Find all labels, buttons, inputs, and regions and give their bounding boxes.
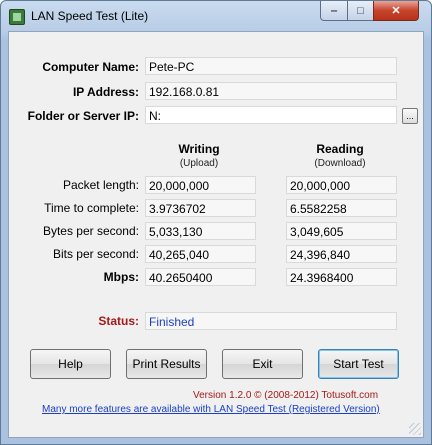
maximize-button[interactable]: □	[347, 1, 374, 21]
help-button[interactable]: Help	[30, 349, 111, 379]
writing-header: Writing	[178, 142, 220, 156]
print-results-button[interactable]: Print Results	[126, 349, 207, 379]
reading-header: Reading	[316, 142, 364, 156]
status-label: Status:	[98, 314, 139, 328]
resize-grip[interactable]	[409, 423, 421, 435]
app-icon	[9, 9, 25, 25]
mbps-write: 40.2650400	[145, 268, 256, 286]
time-complete-read: 6.5582258	[286, 199, 397, 217]
packet-length-read: 20,000,000	[286, 176, 397, 194]
browse-button[interactable]: ...	[402, 108, 418, 124]
computer-name-field: Pete-PC	[145, 57, 397, 75]
registered-version-link[interactable]: Many more features are available with LA…	[42, 404, 380, 415]
bytes-per-second-label: Bytes per second:	[42, 224, 139, 238]
bits-per-second-write: 40,265,040	[145, 245, 256, 263]
client-area: Computer Name: Pete-PC IP Address: 192.1…	[8, 31, 424, 438]
status-field: Finished	[145, 312, 397, 330]
title-bar[interactable]: LAN Speed Test (Lite) ‒ □ ✕	[1, 1, 431, 31]
version-text: Version 1.2.0 © (2008-2012) Totusoft.com	[193, 390, 379, 401]
ip-address-label: IP Address:	[72, 85, 139, 99]
mbps-label: Mbps:	[103, 270, 139, 284]
exit-button[interactable]: Exit	[222, 349, 303, 379]
folder-server-input[interactable]: N:	[145, 106, 397, 124]
computer-name-label: Computer Name:	[42, 60, 139, 74]
minimize-button[interactable]: ‒	[320, 1, 348, 21]
window-title: LAN Speed Test (Lite)	[31, 9, 149, 23]
app-window: LAN Speed Test (Lite) ‒ □ ✕ Computer Nam…	[0, 0, 432, 445]
close-button[interactable]: ✕	[373, 1, 419, 21]
time-complete-label: Time to complete:	[44, 201, 139, 215]
time-complete-write: 3.9736702	[145, 199, 256, 217]
bytes-per-second-read: 3,049,605	[286, 222, 397, 240]
folder-server-label: Folder or Server IP:	[27, 109, 139, 123]
bits-per-second-label: Bits per second:	[52, 247, 139, 261]
reading-subheader: (Download)	[314, 158, 366, 169]
bits-per-second-read: 24,396,840	[286, 245, 397, 263]
packet-length-label: Packet length:	[62, 178, 139, 192]
bytes-per-second-write: 5,033,130	[145, 222, 256, 240]
packet-length-write: 20,000,000	[145, 176, 256, 194]
start-test-button[interactable]: Start Test	[318, 349, 399, 379]
writing-subheader: (Upload)	[179, 158, 219, 169]
ip-address-field: 192.168.0.81	[145, 82, 397, 100]
mbps-read: 24.3968400	[286, 268, 397, 286]
